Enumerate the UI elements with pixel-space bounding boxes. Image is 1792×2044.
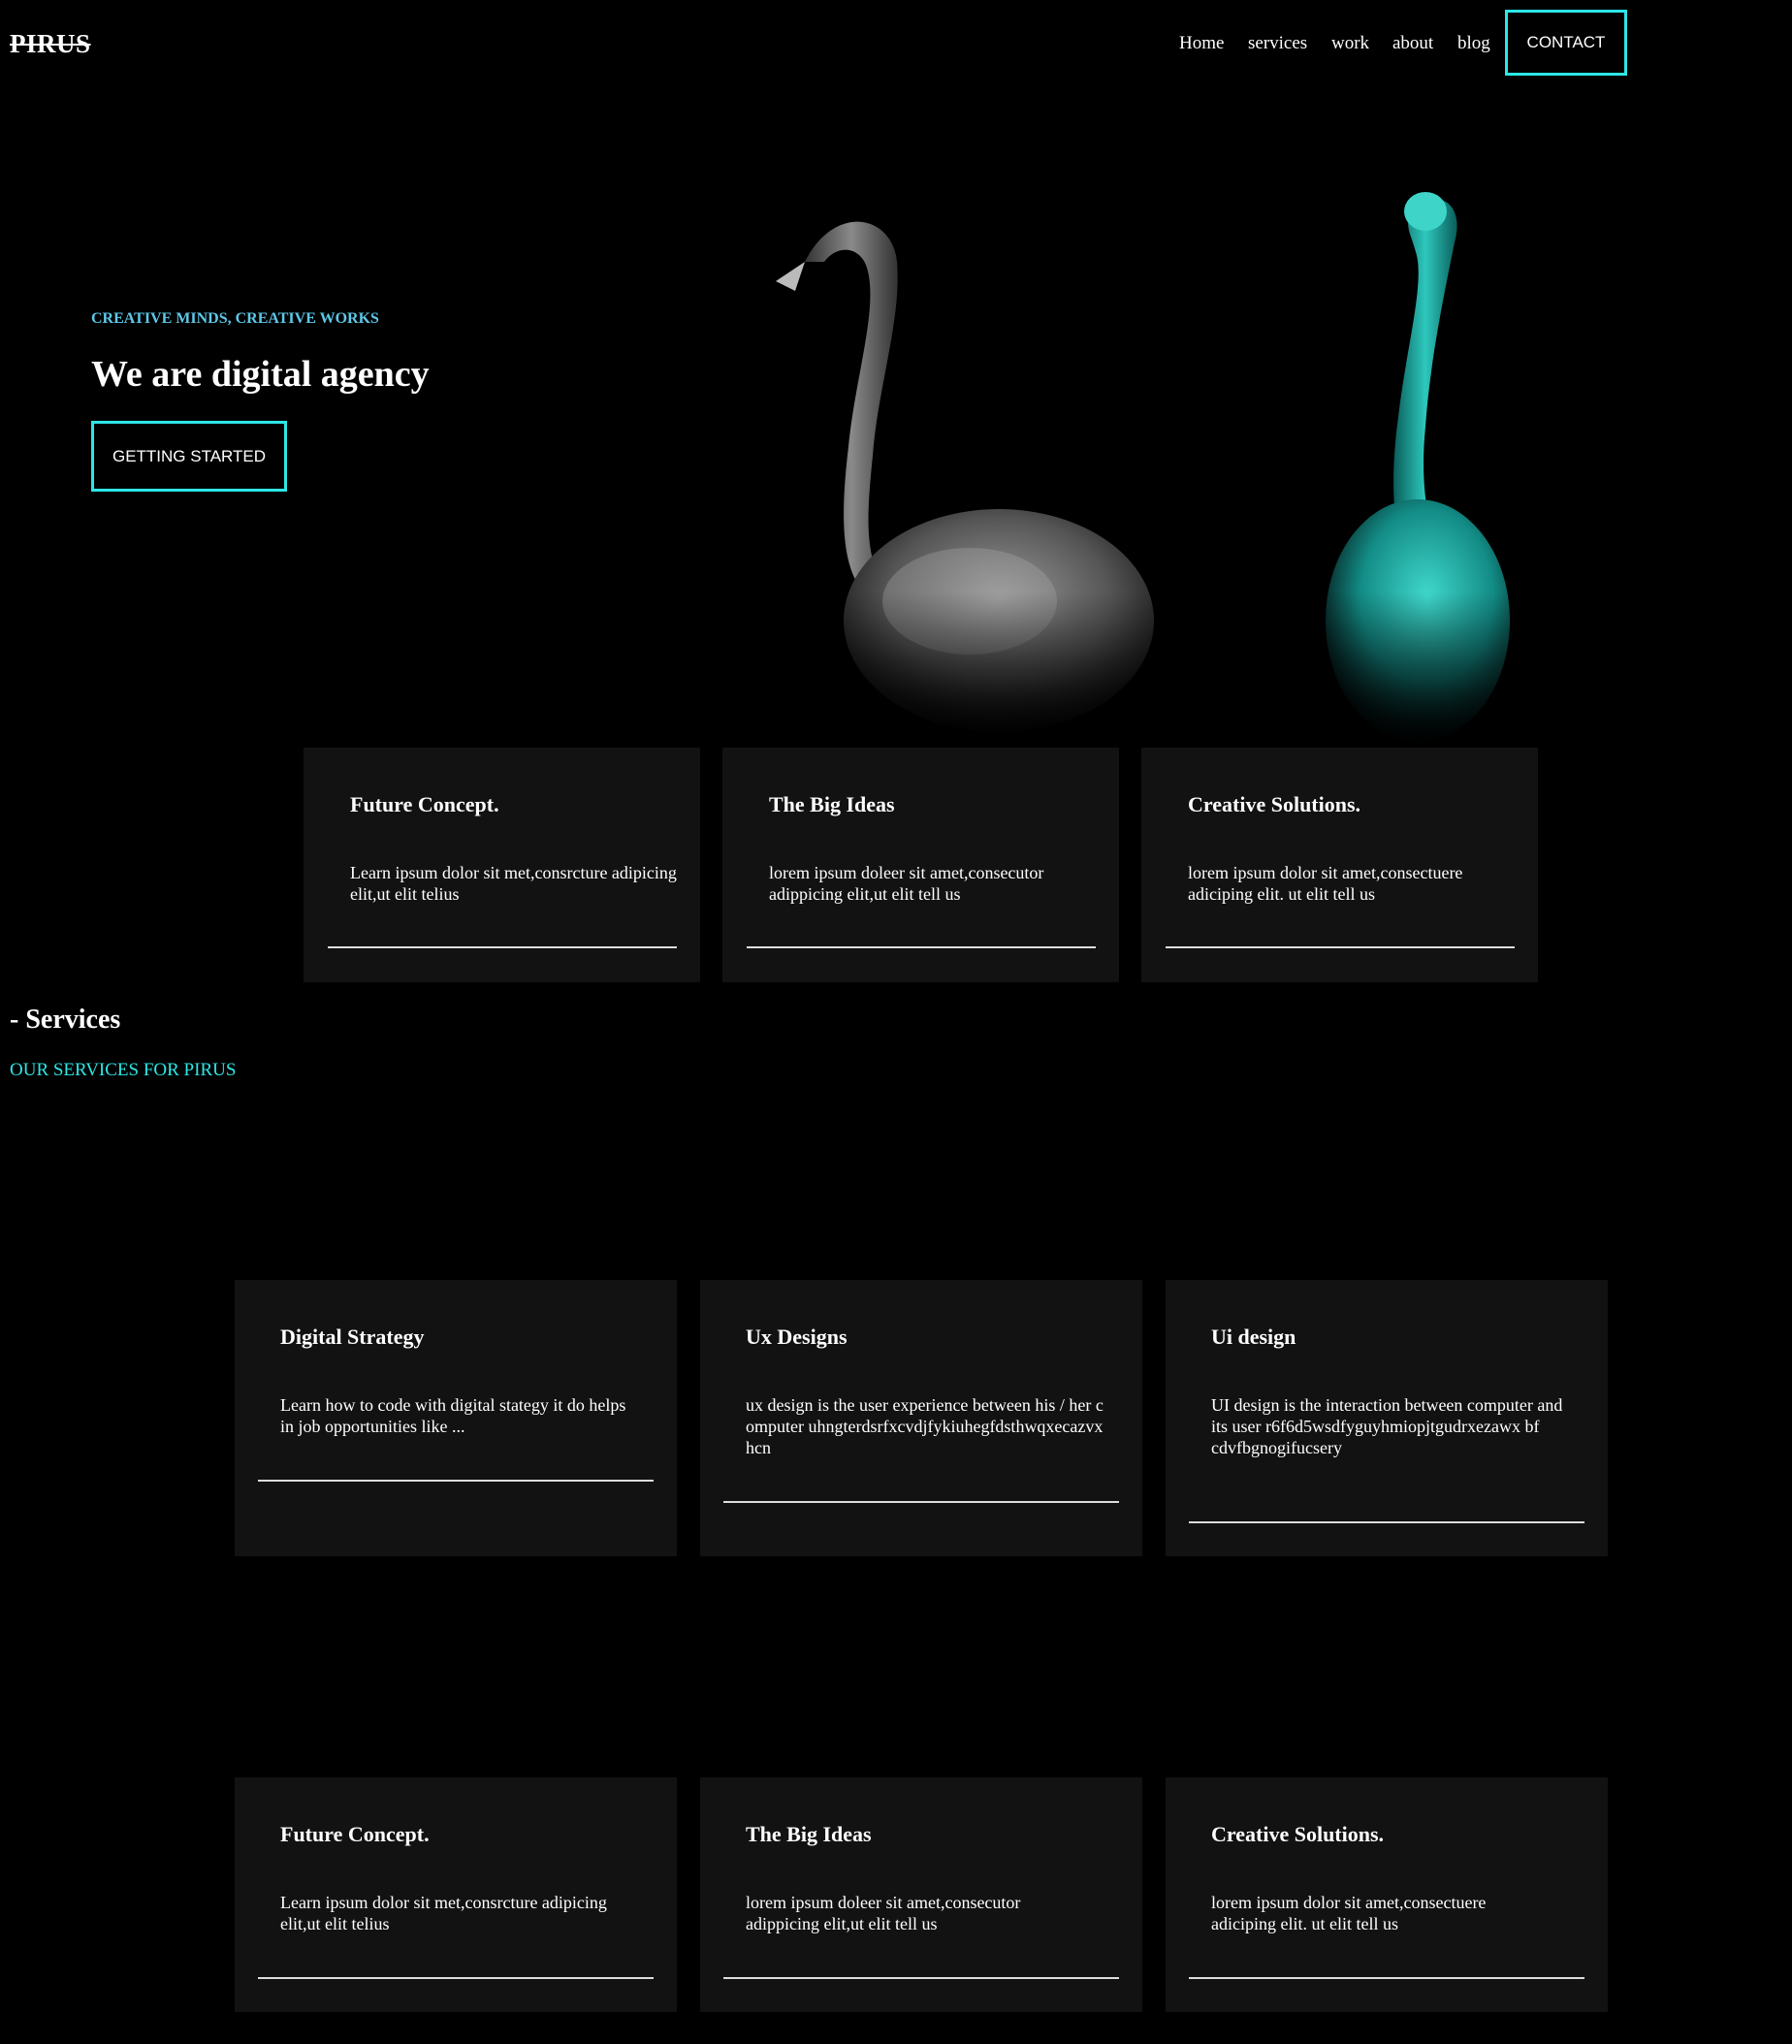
divider — [1189, 1521, 1584, 1523]
service-card-text: UI design is the interaction between com… — [1211, 1395, 1563, 1457]
feature-card-big-ideas-bottom: The Big Ideas lorem ipsum doleer sit ame… — [700, 1777, 1142, 2012]
feature-card-future-concept-bottom: Future Concept. Learn ipsum dolor sit me… — [235, 1777, 677, 2012]
divider — [747, 946, 1096, 948]
flamingo-hero-image — [679, 192, 1648, 747]
feature-card-text: lorem ipsum dolor sit amet,consectuere a… — [1211, 1893, 1487, 1933]
nav-services[interactable]: services — [1248, 33, 1307, 54]
divider — [258, 1977, 654, 1979]
service-card-ui-design: Ui design UI design is the interaction b… — [1166, 1280, 1608, 1556]
divider — [328, 946, 677, 948]
service-card-title: Ux Designs — [746, 1325, 848, 1349]
feature-card-title: Creative Solutions. — [1211, 1822, 1385, 1846]
service-card-ux-designs: Ux Designs ux design is the user experie… — [700, 1280, 1142, 1556]
nav-about[interactable]: about — [1392, 33, 1433, 54]
hero-eyebrow: CREATIVE MINDS, CREATIVE WORKS — [91, 310, 379, 327]
feature-card-creative-solutions-bottom: Creative Solutions. lorem ipsum dolor si… — [1166, 1777, 1608, 2012]
feature-card-title: The Big Ideas — [769, 792, 895, 816]
feature-card-creative-solutions: Creative Solutions. lorem ipsum dolor si… — [1141, 748, 1538, 982]
feature-card-text: Learn ipsum dolor sit met,consrcture adi… — [350, 863, 677, 904]
service-card-text: ux design is the user experience between… — [746, 1395, 1104, 1457]
services-title: - Services — [10, 1005, 121, 1035]
feature-card-text: Learn ipsum dolor sit met,consrcture adi… — [280, 1893, 607, 1933]
services-subtitle: OUR SERVICES FOR PIRUS — [10, 1060, 237, 1080]
feature-card-future-concept: Future Concept. Learn ipsum dolor sit me… — [304, 748, 700, 982]
hero-title: We are digital agency — [91, 354, 430, 395]
getting-started-button[interactable]: GETTING STARTED — [91, 421, 287, 492]
feature-card-title: Future Concept. — [280, 1822, 430, 1846]
feature-card-big-ideas: The Big Ideas lorem ipsum doleer sit ame… — [722, 748, 1119, 982]
feature-card-text: lorem ipsum doleer sit amet,consecutor a… — [769, 863, 1044, 904]
divider — [1189, 1977, 1584, 1979]
divider — [723, 1501, 1119, 1503]
feature-card-text: lorem ipsum dolor sit amet,consectuere a… — [1188, 863, 1463, 904]
nav-work[interactable]: work — [1331, 33, 1369, 54]
service-card-text: Learn how to code with digital stategy i… — [280, 1395, 626, 1436]
feature-card-title: Future Concept. — [350, 792, 499, 816]
service-card-title: Digital Strategy — [280, 1325, 425, 1349]
nav-home[interactable]: Home — [1179, 33, 1224, 54]
divider — [723, 1977, 1119, 1979]
logo[interactable]: PIRUS — [10, 29, 91, 59]
service-card-digital-strategy: Digital Strategy Learn how to code with … — [235, 1280, 677, 1556]
divider — [258, 1480, 654, 1482]
feature-card-title: The Big Ideas — [746, 1822, 872, 1846]
feature-card-title: Creative Solutions. — [1188, 792, 1361, 816]
divider — [1166, 946, 1515, 948]
service-card-title: Ui design — [1211, 1325, 1296, 1349]
contact-button[interactable]: CONTACT — [1505, 10, 1627, 76]
nav-blog[interactable]: blog — [1457, 33, 1490, 54]
feature-card-text: lorem ipsum doleer sit amet,consecutor a… — [746, 1893, 1021, 1933]
